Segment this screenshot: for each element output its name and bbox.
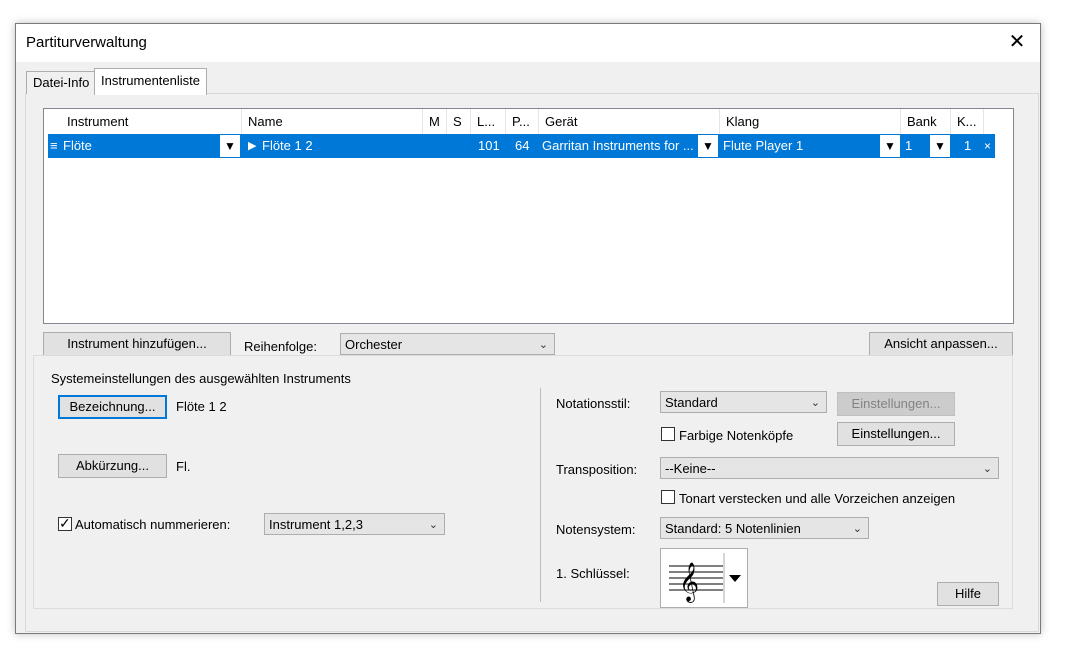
notation-style-label: Notationsstil: — [556, 396, 631, 411]
device-dropdown-icon[interactable]: ▼ — [698, 135, 718, 157]
colored-noteheads-label[interactable]: Farbige Notenköpfe — [679, 428, 793, 443]
close-icon[interactable]: ✕ — [994, 24, 1040, 62]
name-value: Flöte 1 2 — [176, 399, 227, 414]
tab-file-info[interactable]: Datei-Info — [26, 71, 97, 94]
bank-cell[interactable]: 1 — [905, 134, 925, 158]
settings-button[interactable]: Einstellungen... — [837, 422, 955, 446]
transposition-label: Transposition: — [556, 462, 638, 477]
chevron-down-icon: ⌄ — [852, 523, 862, 535]
colored-noteheads-checkbox[interactable] — [661, 427, 675, 441]
treble-clef-icon: 𝄞 — [669, 553, 741, 603]
chevron-down-icon: ⌄ — [810, 397, 820, 409]
sound-dropdown-icon[interactable]: ▼ — [880, 135, 900, 157]
device-cell[interactable]: Garritan Instruments for ... — [542, 134, 697, 158]
help-button[interactable]: Hilfe — [937, 582, 999, 606]
add-instrument-button[interactable]: Instrument hinzufügen... — [43, 332, 231, 356]
sound-cell[interactable]: Flute Player 1 — [723, 134, 878, 158]
remove-icon[interactable]: × — [984, 134, 994, 158]
title-bar: Partiturverwaltung ✕ — [16, 24, 1040, 62]
staff-system-select[interactable]: Standard: 5 Notenlinien ⌄ — [660, 517, 869, 539]
settings-button-disabled[interactable]: Einstellungen... — [837, 392, 955, 416]
transposition-select[interactable]: --Keine-- ⌄ — [660, 457, 999, 479]
staff-system-label: Notensystem: — [556, 522, 636, 537]
auto-number-label[interactable]: Automatisch nummerieren: — [75, 517, 230, 532]
chevron-down-icon: ⌄ — [428, 519, 438, 531]
abbreviation-value: Fl. — [176, 459, 191, 474]
instrument-cell[interactable]: Flöte — [63, 134, 213, 158]
chevron-down-icon: ⌄ — [982, 463, 992, 475]
p-cell[interactable]: 64 — [515, 134, 533, 158]
adjust-view-button[interactable]: Ansicht anpassen... — [869, 332, 1013, 356]
column-header-name[interactable]: Name — [242, 109, 423, 134]
dialog-title: Partiturverwaltung — [26, 34, 147, 51]
auto-number-select[interactable]: Instrument 1,2,3 ⌄ — [264, 513, 445, 535]
auto-number-checkbox[interactable] — [58, 515, 72, 532]
expand-arrow-icon[interactable]: ▶ — [248, 134, 260, 158]
name-cell[interactable]: Flöte 1 2 — [262, 134, 422, 158]
order-select-value: Orchester — [345, 337, 403, 352]
column-header-bank[interactable]: Bank — [901, 109, 951, 134]
drag-handle-icon[interactable]: ≡ — [50, 134, 60, 158]
column-header-sound[interactable]: Klang — [720, 109, 901, 134]
group-title: Systemeinstellungen des ausgewählten Ins… — [50, 371, 352, 386]
hide-key-checkbox[interactable] — [661, 490, 675, 504]
abbreviation-button[interactable]: Abkürzung... — [58, 454, 167, 478]
name-button[interactable]: Bezeichnung... — [58, 395, 167, 419]
instrument-list[interactable]: Instrument Name M S L... P... Gerät Klan… — [43, 108, 1014, 324]
column-header-s[interactable]: S — [447, 109, 471, 134]
hide-key-label[interactable]: Tonart verstecken und alle Vorzeichen an… — [679, 491, 955, 506]
order-label: Reihenfolge: — [244, 339, 317, 354]
notation-style-select[interactable]: Standard ⌄ — [660, 391, 827, 413]
table-row[interactable]: ≡ Flöte ▼ ▶ Flöte 1 2 101 64 Garritan In… — [48, 134, 995, 158]
svg-text:𝄞: 𝄞 — [679, 562, 699, 603]
solo-cell[interactable] — [452, 134, 472, 158]
clef-label: 1. Schlüssel: — [556, 566, 630, 581]
column-header-l[interactable]: L... — [471, 109, 506, 134]
staff-system-value: Standard: 5 Notenlinien — [665, 521, 801, 536]
mute-cell[interactable] — [428, 134, 448, 158]
clef-selector[interactable]: 𝄞 — [660, 548, 748, 608]
column-header-instrument[interactable]: Instrument — [61, 109, 242, 134]
instrument-dropdown-icon[interactable]: ▼ — [220, 135, 240, 157]
column-header-m[interactable]: M — [423, 109, 447, 134]
k-cell[interactable]: 1 — [964, 134, 976, 158]
auto-number-select-value: Instrument 1,2,3 — [269, 517, 363, 532]
l-cell[interactable]: 101 — [478, 134, 500, 158]
chevron-down-icon: ⌄ — [538, 339, 548, 351]
divider — [540, 388, 541, 602]
bank-dropdown-icon[interactable]: ▼ — [930, 135, 950, 157]
column-header-k[interactable]: K... — [951, 109, 984, 134]
transposition-value: --Keine-- — [665, 461, 716, 476]
tab-instrument-list[interactable]: Instrumentenliste — [94, 68, 207, 95]
column-header-device[interactable]: Gerät — [539, 109, 720, 134]
column-header-p[interactable]: P... — [506, 109, 539, 134]
order-select[interactable]: Orchester ⌄ — [340, 333, 555, 355]
notation-style-value: Standard — [665, 395, 718, 410]
